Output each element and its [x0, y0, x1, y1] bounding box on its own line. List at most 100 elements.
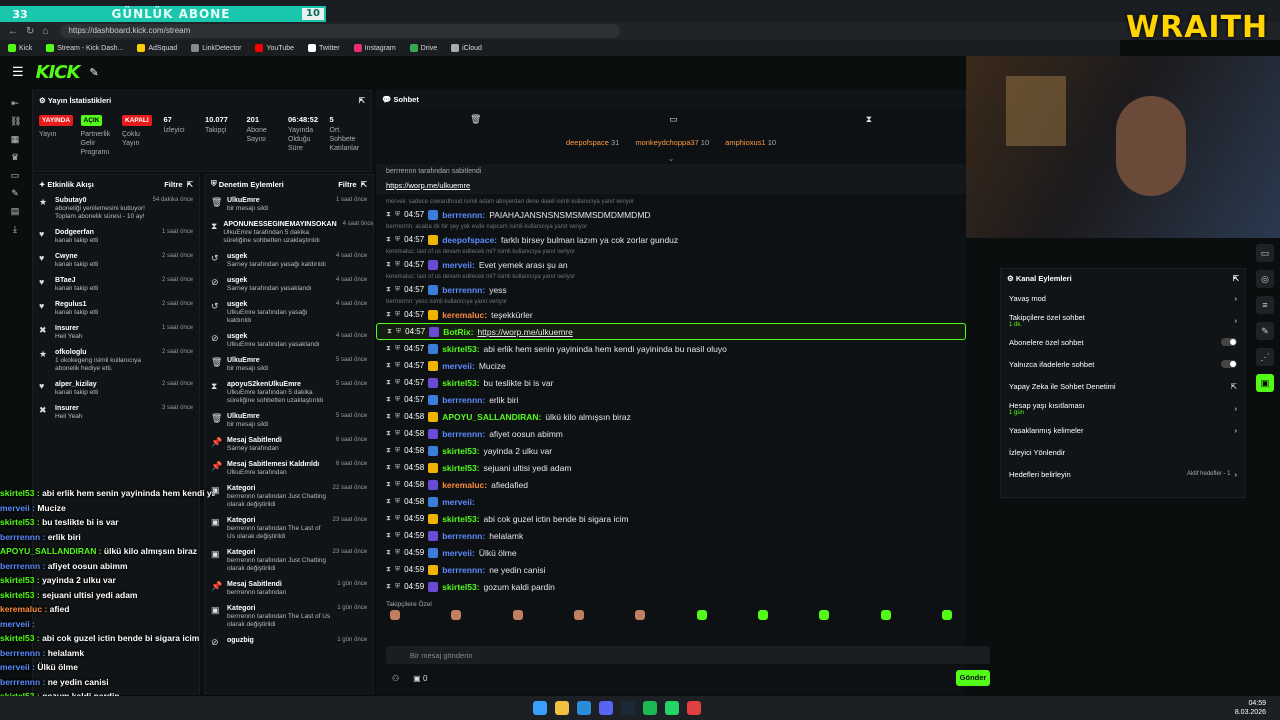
emote-icon[interactable] [390, 610, 400, 620]
home-icon[interactable]: ⌂ [42, 26, 48, 37]
timeout-icon[interactable]: ⧗ [386, 481, 391, 489]
obs-icon[interactable] [687, 701, 702, 715]
shield-icon[interactable]: ⛨ [395, 345, 400, 353]
feed-username[interactable]: Subutay0 [55, 197, 87, 204]
feed-username[interactable]: Mesaj Sabitlendi [227, 437, 282, 444]
shield-icon[interactable]: ⛨ [395, 379, 400, 387]
toggle-switch[interactable] [1221, 360, 1237, 368]
url-input[interactable]: https://dashboard.kick.com/stream [60, 24, 621, 38]
book-icon[interactable]: ▤ [10, 206, 20, 216]
timeout-icon[interactable]: ⧗ [386, 211, 391, 219]
share-icon[interactable]: ⋰ [1256, 348, 1274, 366]
emote-icon[interactable] [941, 610, 952, 620]
shield-icon[interactable]: ⛨ [395, 396, 400, 404]
message-username[interactable]: merveii: [442, 361, 475, 371]
shield-icon[interactable]: ⛨ [395, 261, 400, 269]
timeout-icon[interactable]: ⧗ [386, 430, 391, 438]
start-icon[interactable] [533, 701, 548, 715]
channel-action-item[interactable]: Abonelere özel sohbet [1001, 331, 1245, 353]
shield-icon[interactable]: ⛨ [395, 362, 400, 370]
message-username[interactable]: berrrennn: [442, 395, 485, 405]
kick-logo[interactable]: KICK [36, 62, 81, 83]
timeout-icon[interactable]: ⧗ [386, 362, 391, 370]
message-username[interactable]: berrrennn: [442, 210, 485, 220]
feed-username[interactable]: UlkuEmre [227, 197, 260, 204]
toggle-switch[interactable] [1221, 338, 1237, 346]
external-link-icon[interactable]: ⇱ [1231, 382, 1237, 391]
emote-icon[interactable] [696, 610, 707, 620]
download-icon[interactable]: ⤓ [10, 224, 20, 234]
feed-username[interactable]: Mesaj Sabitlemesi Kaldırıldı [227, 461, 319, 468]
discord-icon[interactable] [599, 701, 614, 715]
pin-icon[interactable]: ✎ [89, 66, 98, 79]
bookmark-item[interactable]: Instagram [353, 44, 396, 52]
message-username[interactable]: berrrennn: [442, 429, 485, 439]
feed-username[interactable]: usgek [227, 277, 247, 284]
feed-username[interactable]: usgek [227, 333, 247, 340]
message-username[interactable]: skirtel53: [442, 463, 479, 473]
feed-username[interactable]: BTaeJ [55, 277, 76, 284]
timeout-icon[interactable]: ⧗ [386, 286, 391, 294]
emote-icon[interactable] [451, 610, 462, 620]
channel-action-item[interactable]: Yasaklanmış kelimeler › [1001, 419, 1245, 441]
shield-icon[interactable]: ⛨ [395, 566, 400, 574]
feed-username[interactable]: Kategori [227, 485, 255, 492]
image-icon[interactable]: ▣ [1256, 374, 1274, 392]
folder-icon[interactable] [555, 701, 570, 715]
menu-icon[interactable]: ☰ [12, 64, 24, 80]
shield-icon[interactable]: ⛨ [396, 328, 401, 336]
shield-icon[interactable]: ⛨ [395, 286, 400, 294]
message-username[interactable]: skirtel53: [442, 582, 479, 592]
feed-username[interactable]: Kategori [227, 549, 255, 556]
feed-username[interactable]: usgek [227, 301, 247, 308]
spotify-icon[interactable] [643, 701, 658, 715]
feed-username[interactable]: oguzbig [227, 637, 254, 644]
tool-icon[interactable]: ✎ [1256, 322, 1274, 340]
popout-icon[interactable]: ⇱ [359, 96, 365, 105]
shield-icon[interactable]: ⛨ [395, 532, 400, 540]
modlog-filter-button[interactable]: Filtre [338, 180, 356, 189]
popout-icon[interactable]: ⇱ [183, 180, 193, 189]
message-username[interactable]: merveii: [442, 260, 475, 270]
feed-username[interactable]: UlkuEmre [227, 413, 260, 420]
shield-icon[interactable]: ⛨ [395, 413, 400, 421]
timeout-icon[interactable]: ⧗ [386, 515, 391, 523]
bookmark-item[interactable]: LinkDetector [191, 44, 241, 52]
message-username[interactable]: berrrennn: [442, 531, 485, 541]
message-username[interactable]: merveii: [442, 548, 475, 558]
shield-icon[interactable]: ⛨ [395, 430, 400, 438]
trash-icon[interactable]: 🗑 [470, 114, 481, 125]
channel-action-item[interactable]: Yavaş mod › [1001, 287, 1245, 309]
send-button[interactable]: Gönder [956, 670, 990, 686]
timeout-icon[interactable]: ⧗ [386, 379, 391, 387]
feed-username[interactable]: Mesaj Sabitlendi [227, 581, 282, 588]
feed-username[interactable]: Regulus1 [55, 301, 87, 308]
bookmark-item[interactable]: AdSquad [137, 44, 177, 52]
feed-username[interactable]: Insurer [55, 325, 79, 332]
emote-icon[interactable] [512, 610, 523, 620]
shield-icon[interactable]: ⛨ [395, 311, 400, 319]
whatsapp-icon[interactable] [665, 701, 680, 715]
shield-icon[interactable]: ⛨ [395, 515, 400, 523]
timeout-icon[interactable]: ⧗ [386, 498, 391, 506]
bookmark-item[interactable]: iCloud [451, 44, 482, 52]
timeout-icon[interactable]: ⧗ [386, 311, 391, 319]
emote-icon[interactable] [635, 610, 646, 620]
timeout-icon[interactable]: ⧗ [386, 583, 391, 591]
chat-icon[interactable]: ▭ [1256, 244, 1274, 262]
bookmark-item[interactable]: Drive [409, 44, 437, 52]
popout-icon[interactable]: ⇱ [357, 180, 367, 189]
timeout-icon[interactable]: ⧗ [386, 345, 391, 353]
leaderboard-entry[interactable]: deepofspace 31 [566, 138, 619, 147]
emote-icon[interactable] [757, 610, 768, 620]
broadcast-icon[interactable]: ◎ [1256, 270, 1274, 288]
bookmark-item[interactable]: Kick [8, 44, 32, 52]
channel-action-item[interactable]: Yalnızca ifadelerle sohbet [1001, 353, 1245, 375]
feed-username[interactable]: Insurer [55, 405, 79, 412]
bookmark-item[interactable]: YouTube [255, 44, 294, 52]
leaderboard-entry[interactable]: monkeydchoppa37 10 [635, 138, 709, 147]
wrench-icon[interactable]: ✎ [10, 188, 20, 198]
channel-action-item[interactable]: Hesap yaşı kısıtlaması 1 gün › [1001, 397, 1245, 419]
feed-username[interactable]: alper_kizilay [55, 381, 97, 388]
back-icon[interactable]: ← [8, 26, 18, 37]
